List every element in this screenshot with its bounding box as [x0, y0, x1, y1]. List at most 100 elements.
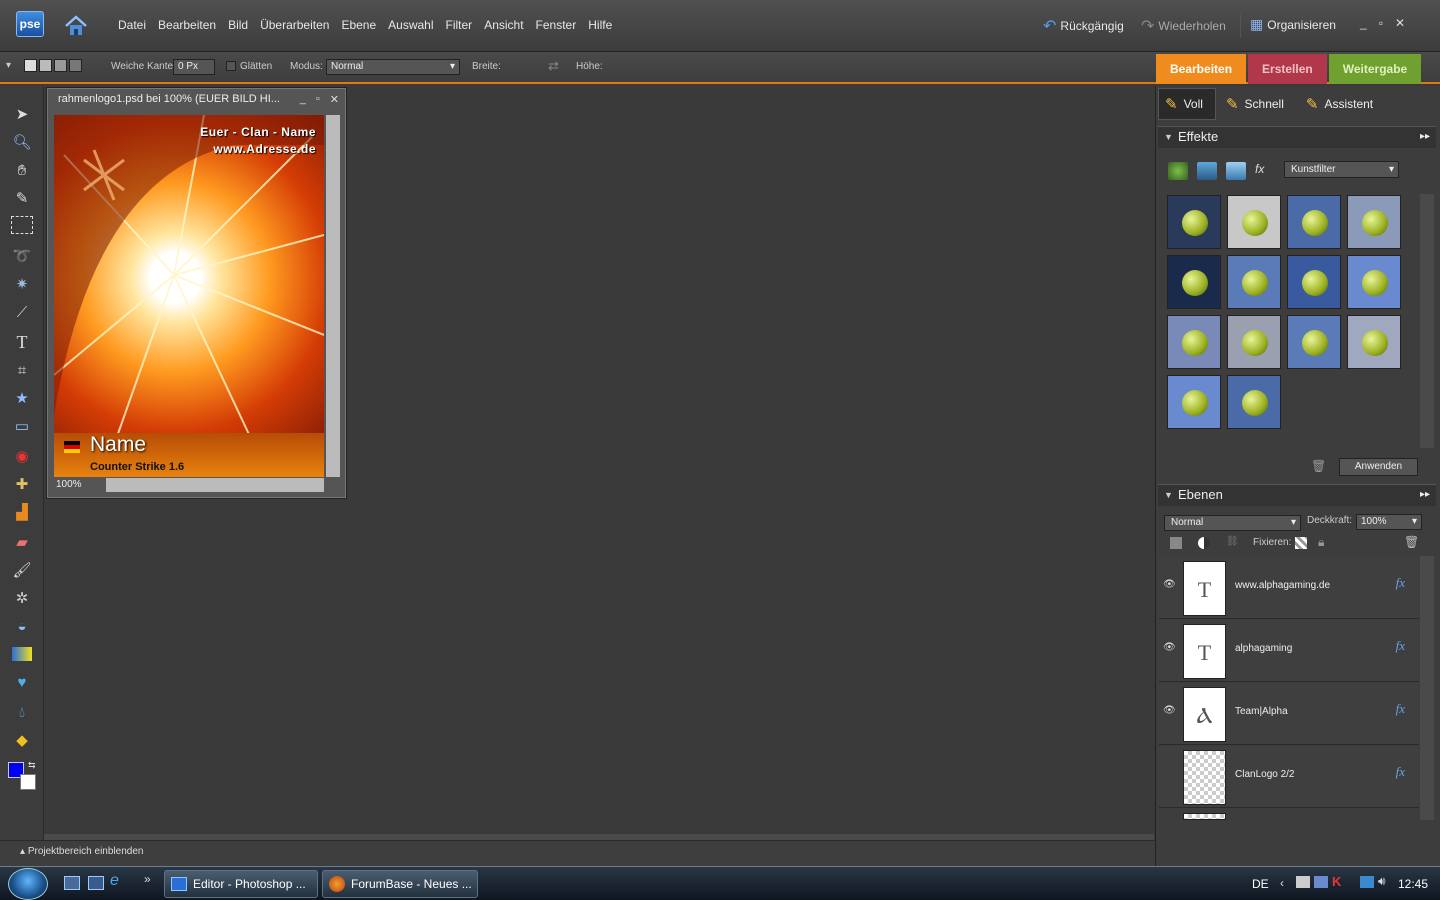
- panel-menu-icon[interactable]: ▸▸: [1420, 127, 1430, 147]
- effect-thumbnail[interactable]: [1167, 255, 1221, 309]
- layer-row[interactable]: 👁︎ Twww.alphagaming.de fx: [1159, 557, 1419, 619]
- menu-datei[interactable]: Datei: [112, 18, 152, 32]
- apply-button[interactable]: Anwenden: [1339, 458, 1418, 476]
- network-icon[interactable]: [1360, 876, 1374, 888]
- cookie-cutter-tool-icon[interactable]: ▭: [10, 414, 34, 438]
- tool-preset-icon[interactable]: ▾: [6, 60, 11, 71]
- crop-tool-icon[interactable]: ⌗: [10, 358, 34, 382]
- smooth-checkbox[interactable]: [226, 61, 236, 71]
- effect-thumbnail[interactable]: [1227, 255, 1281, 309]
- home-button[interactable]: [62, 12, 90, 40]
- view-voll-button[interactable]: ✎ Voll: [1158, 88, 1216, 120]
- adjustment-layer-icon[interactable]: [1198, 537, 1210, 549]
- gradient-tool-icon[interactable]: [12, 647, 32, 661]
- lasso-tool-icon[interactable]: ➰: [10, 244, 34, 268]
- shape-tool-icon[interactable]: ★: [10, 386, 34, 410]
- blur-tool-icon[interactable]: 💧︎: [10, 700, 34, 724]
- feather-input[interactable]: 0 Px: [173, 59, 215, 75]
- blend-mode-select[interactable]: Normal ▾: [1164, 515, 1301, 531]
- organize-button[interactable]: ▦ Organisieren: [1250, 16, 1336, 33]
- close-icon[interactable]: ✕: [1395, 16, 1405, 30]
- volume-icon[interactable]: 🔊︎: [1378, 874, 1386, 889]
- view-schnell-button[interactable]: ✎ Schnell: [1220, 88, 1296, 120]
- new-layer-icon[interactable]: [1170, 537, 1182, 549]
- menu-filter[interactable]: Filter: [440, 18, 479, 32]
- layers-panel-header[interactable]: ▼ Ebenen ▸▸: [1158, 484, 1436, 506]
- eraser-tool-icon[interactable]: ▰: [10, 530, 34, 554]
- tray-app-icon[interactable]: [1314, 876, 1328, 888]
- eye-icon[interactable]: 👁︎: [1163, 642, 1176, 654]
- subtract-selection-icon[interactable]: [54, 59, 67, 72]
- tab-erstellen[interactable]: Erstellen: [1248, 54, 1327, 84]
- effect-thumbnail[interactable]: [1227, 195, 1281, 249]
- zoom-tool-icon[interactable]: 🔍︎: [10, 130, 34, 154]
- effect-thumbnail[interactable]: [1227, 315, 1281, 369]
- effects-panel-header[interactable]: ▼ Effekte ▸▸: [1158, 126, 1436, 148]
- marquee-tool-icon[interactable]: [11, 216, 33, 234]
- eye-icon[interactable]: 👁︎: [1163, 579, 1176, 591]
- effect-thumbnail[interactable]: [1167, 375, 1221, 429]
- close-icon[interactable]: ✕: [330, 93, 339, 106]
- swap-colors-icon[interactable]: ⇆: [28, 760, 36, 771]
- healing-brush-tool-icon[interactable]: ✚: [10, 472, 34, 496]
- magic-wand-tool-icon[interactable]: ✷: [10, 272, 34, 296]
- language-indicator[interactable]: DE: [1252, 877, 1269, 891]
- clock[interactable]: 12:45: [1398, 877, 1428, 891]
- effect-thumbnail[interactable]: [1287, 255, 1341, 309]
- effect-thumbnail[interactable]: [1347, 195, 1401, 249]
- maximize-icon[interactable]: ▫: [1379, 16, 1383, 30]
- add-selection-icon[interactable]: [39, 59, 52, 72]
- tab-bearbeiten[interactable]: Bearbeiten: [1156, 54, 1247, 84]
- opacity-input[interactable]: 100% ▾: [1356, 514, 1422, 530]
- background-color-swatch[interactable]: [20, 774, 36, 790]
- minimize-icon[interactable]: _: [300, 93, 306, 106]
- effect-thumbnail[interactable]: [1227, 375, 1281, 429]
- menu-ueberarbeiten[interactable]: Überarbeiten: [254, 18, 335, 32]
- document-horizontal-scrollbar[interactable]: [106, 478, 324, 492]
- red-eye-tool-icon[interactable]: ◉: [10, 444, 34, 468]
- link-layers-icon[interactable]: ⛓︎: [1226, 536, 1239, 547]
- move-tool-icon[interactable]: ➤: [10, 102, 34, 126]
- taskbar-photoshop-button[interactable]: Editor - Photoshop ...: [164, 870, 318, 898]
- show-desktop-icon[interactable]: [64, 876, 80, 890]
- hand-tool-icon[interactable]: ✋︎: [10, 158, 34, 182]
- taskbar-firefox-button[interactable]: ForumBase - Neues ...: [322, 870, 478, 898]
- zoom-level[interactable]: 100%: [56, 479, 82, 490]
- new-selection-icon[interactable]: [24, 59, 37, 72]
- menu-fenster[interactable]: Fenster: [530, 18, 583, 32]
- layer-style-fx-icon[interactable]: fx: [1396, 764, 1405, 780]
- tray-app-icon[interactable]: [1296, 876, 1310, 888]
- menu-hilfe[interactable]: Hilfe: [582, 18, 618, 32]
- eye-icon[interactable]: [1163, 768, 1175, 780]
- clone-stamp-tool-icon[interactable]: ▟: [10, 500, 34, 524]
- minimize-icon[interactable]: _: [1360, 16, 1367, 30]
- more-icon[interactable]: »: [144, 872, 151, 886]
- undo-button[interactable]: ↶ Rückgängig: [1043, 16, 1124, 36]
- layer-styles-icon[interactable]: [1197, 162, 1217, 180]
- mode-select[interactable]: Normal ▾: [326, 59, 460, 75]
- effect-thumbnail[interactable]: [1287, 315, 1341, 369]
- switch-windows-icon[interactable]: [88, 876, 104, 890]
- sponge-tool-icon[interactable]: ◆: [10, 728, 34, 752]
- text-tool-icon[interactable]: T: [10, 330, 34, 354]
- custom-shape-tool-icon[interactable]: ♥: [10, 670, 34, 694]
- paint-bucket-tool-icon[interactable]: ◒: [10, 614, 34, 638]
- eyedropper-tool-icon[interactable]: ✎: [10, 186, 34, 210]
- effects-scrollbar[interactable]: [1420, 194, 1434, 448]
- internet-explorer-icon[interactable]: e: [110, 872, 119, 890]
- layer-style-fx-icon[interactable]: fx: [1396, 575, 1405, 591]
- layer-row[interactable]: ClanLogo 2/2 fx: [1159, 746, 1419, 808]
- all-effects-icon[interactable]: fx: [1255, 162, 1275, 180]
- lock-all-icon[interactable]: 🔒︎: [1318, 535, 1324, 550]
- panel-menu-icon[interactable]: ▸▸: [1420, 485, 1430, 505]
- start-button[interactable]: [8, 868, 48, 900]
- layer-row[interactable]: 👁︎ Ⲁ Team|Alpha fx: [1159, 683, 1419, 745]
- delete-layer-icon[interactable]: 🗑︎: [1404, 535, 1419, 549]
- intersect-selection-icon[interactable]: [69, 59, 82, 72]
- layer-row[interactable]: 👁︎ Talphagaming fx: [1159, 620, 1419, 682]
- effect-thumbnail[interactable]: [1347, 255, 1401, 309]
- menu-ebene[interactable]: Ebene: [335, 18, 382, 32]
- menu-bearbeiten[interactable]: Bearbeiten: [152, 18, 222, 32]
- project-bin-toggle[interactable]: ▴ Projektbereich einblenden: [20, 846, 143, 857]
- view-assistent-button[interactable]: ✎ Assistent: [1300, 88, 1385, 120]
